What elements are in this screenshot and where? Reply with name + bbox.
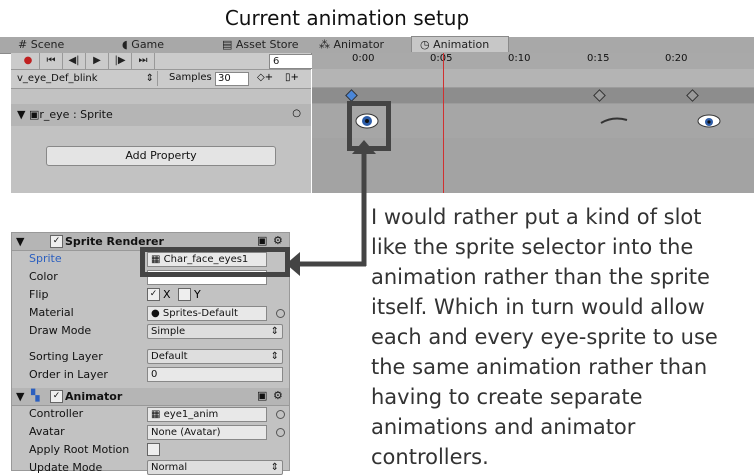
- arrow-to-sprite-field: [286, 252, 366, 276]
- annotation-line: having to create separate: [371, 385, 643, 409]
- annotation-line: animations and animator controllers.: [371, 415, 636, 469]
- annotation-text: I would rather put a kind of slot like t…: [371, 202, 754, 472]
- annotation-line: itself. Which in turn would allow: [371, 295, 705, 319]
- annotation-line: I would rather put a kind of slot: [371, 205, 702, 229]
- annotation-line: the same animation rather than: [371, 355, 708, 379]
- annotation-line: animation rather than the sprite: [371, 265, 710, 289]
- annotation-line: each and every eye-sprite to use: [371, 325, 718, 349]
- annotation-line: like the sprite selector into the: [371, 235, 694, 259]
